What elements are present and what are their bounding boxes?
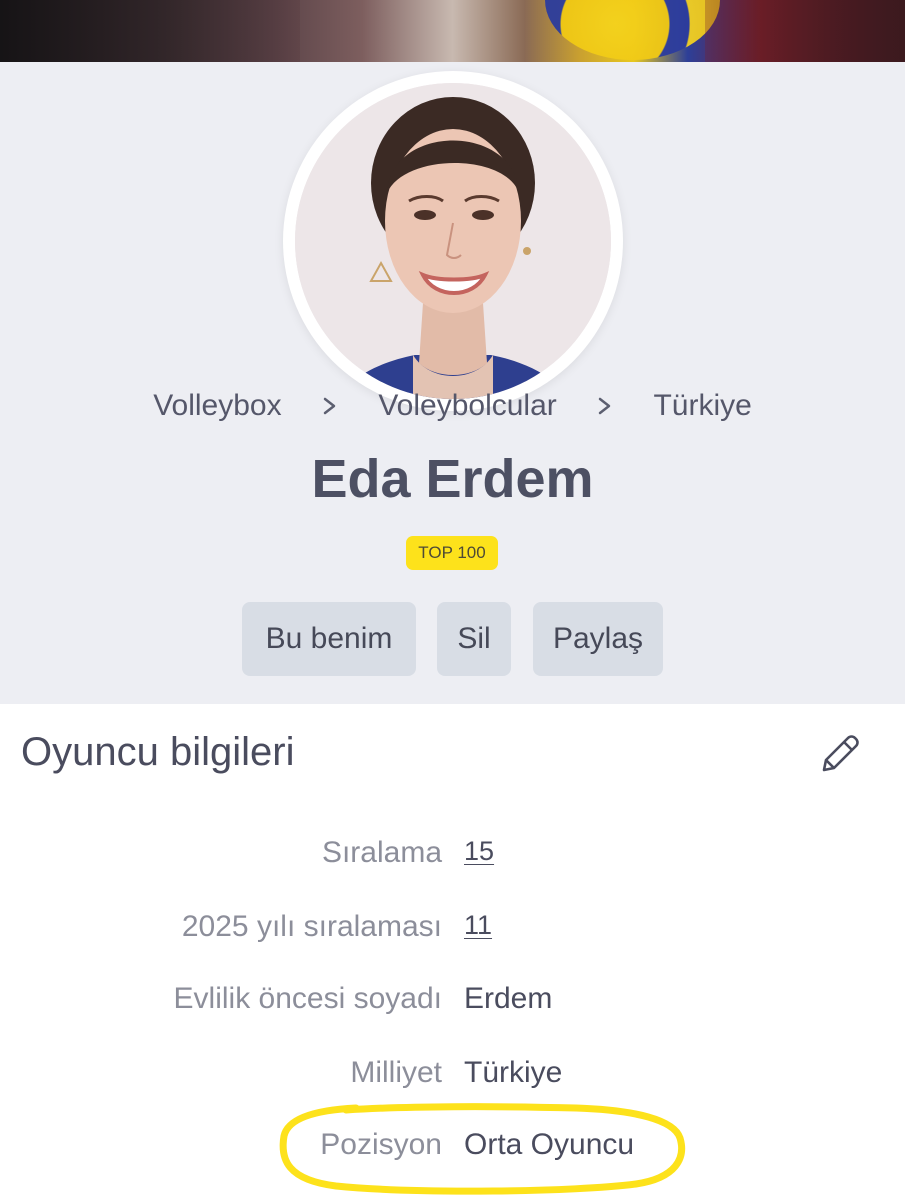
ranking-link[interactable]: 15 [464, 836, 494, 867]
info-row-ranking: Sıralama 15 [0, 836, 905, 880]
info-row-nationality: Milliyet Türkiye [0, 1056, 905, 1100]
volleyball-image [545, 0, 720, 60]
breadcrumb-link-volleybox[interactable]: Volleybox [153, 389, 281, 423]
breadcrumb: Volleybox Voleybolcular Türkiye [0, 388, 905, 423]
section-title-player-info: Oyuncu bilgileri [21, 730, 295, 774]
cover-shade-left [0, 0, 300, 62]
claim-profile-button[interactable]: Bu benim [242, 602, 416, 676]
chevron-right-icon [598, 397, 611, 415]
info-label: Milliyet [350, 1056, 442, 1089]
share-button[interactable]: Paylaş [533, 602, 663, 676]
delete-button[interactable]: Sil [437, 602, 511, 676]
info-value: Erdem [464, 982, 553, 1015]
info-row-maiden-name: Evlilik öncesi soyadı Erdem [0, 982, 905, 1026]
breadcrumb-link-country[interactable]: Türkiye [653, 389, 751, 423]
player-name: Eda Erdem [311, 449, 594, 509]
pencil-icon[interactable] [814, 728, 866, 780]
info-value: Türkiye [464, 1056, 563, 1089]
top100-badge: TOP 100 [406, 536, 498, 570]
profile-header: Volleybox Voleybolcular Türkiye Eda Erde… [0, 62, 905, 704]
chevron-right-icon [323, 397, 336, 415]
info-label: Sıralama [321, 836, 442, 869]
breadcrumb-link-players[interactable]: Voleybolcular [378, 389, 556, 423]
avatar-photo [295, 83, 611, 399]
info-label: 2025 yılı sıralaması [181, 910, 442, 943]
player-portrait [295, 83, 611, 399]
highlight-annotation [279, 1103, 686, 1195]
avatar[interactable] [283, 71, 623, 411]
info-row-ranking-2025: 2025 yılı sıralaması 11 [0, 910, 905, 954]
cover-banner [0, 0, 905, 62]
cover-shade-right [705, 0, 905, 62]
ranking-2025-link[interactable]: 11 [464, 910, 492, 941]
info-label: Evlilik öncesi soyadı [173, 982, 442, 1015]
